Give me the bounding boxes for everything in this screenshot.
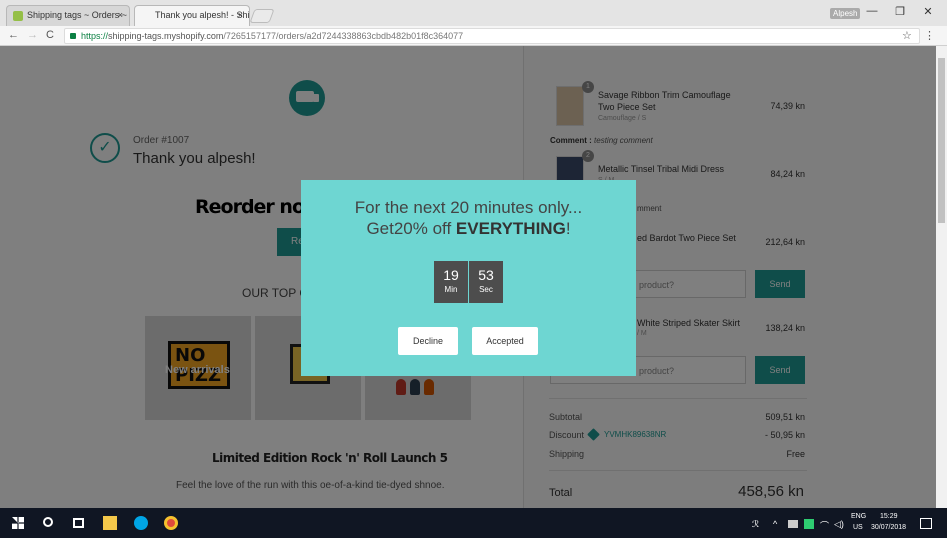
new-tab-button[interactable] xyxy=(249,9,275,23)
popup-headline: For the next 20 minutes only... xyxy=(354,198,583,217)
tab-close-icon[interactable]: × xyxy=(118,10,123,20)
countdown-seconds: 53 Sec xyxy=(469,261,503,303)
discount-popup: For the next 20 minutes only... Get20% o… xyxy=(301,180,636,376)
popup-offer: Get20% off EVERYTHING! xyxy=(301,219,636,239)
tab-close-icon[interactable]: × xyxy=(238,10,243,20)
maximize-icon[interactable]: ❐ xyxy=(890,5,910,18)
lock-icon xyxy=(70,33,76,39)
url-input[interactable]: https://shipping-tags.myshopify.com/7265… xyxy=(64,28,920,44)
seconds-value: 53 xyxy=(478,267,494,283)
tab-title: Shipping tags ~ Orders ~ xyxy=(27,10,128,20)
shopify-favicon-icon xyxy=(13,11,23,21)
tab-thank-you[interactable]: Thank you alpesh! - Ship × xyxy=(134,5,250,26)
search-icon[interactable] xyxy=(43,517,53,527)
offer-prefix: Get20% off xyxy=(366,219,456,238)
tab-title: Thank you alpesh! - Ship xyxy=(155,10,250,20)
url-scheme: https:// xyxy=(81,31,109,41)
browser-tab-bar: Shipping tags ~ Orders ~ × Thank you alp… xyxy=(0,0,947,26)
task-view-icon[interactable] xyxy=(73,518,84,528)
browser-menu-icon[interactable]: ⋮ xyxy=(924,29,935,42)
people-icon[interactable]: ℛ xyxy=(752,519,759,530)
accept-button[interactable]: Accepted xyxy=(472,327,538,355)
url-path: /7265157177/orders/a2d7244338863cbdb482b… xyxy=(223,31,464,41)
offer-suffix: ! xyxy=(565,219,571,238)
network-icon[interactable]: ⌒ xyxy=(820,519,829,532)
countdown-minutes: 19 Min xyxy=(434,261,468,303)
windows-taskbar: ℛ ^ ⌒ ◁) ENG US 15:29 30/07/2018 xyxy=(0,508,947,538)
decline-button[interactable]: Decline xyxy=(398,327,458,355)
clock-time[interactable]: 15:29 xyxy=(880,513,898,520)
minutes-unit: Min xyxy=(444,285,458,294)
reload-icon[interactable]: C xyxy=(46,29,54,41)
chrome-icon[interactable] xyxy=(164,516,178,530)
offer-emphasis: EVERYTHING xyxy=(455,219,566,238)
forward-icon[interactable]: → xyxy=(27,29,38,41)
clock-date[interactable]: 30/07/2018 xyxy=(871,524,906,531)
url-host: shipping-tags.myshopify.com xyxy=(108,31,224,41)
notifications-icon[interactable] xyxy=(920,518,932,529)
scrollbar-thumb[interactable] xyxy=(938,58,945,223)
language-bottom[interactable]: US xyxy=(853,524,863,531)
tray-expand-icon[interactable]: ^ xyxy=(773,519,777,529)
language-top[interactable]: ENG xyxy=(851,513,866,520)
profile-button[interactable]: Alpesh xyxy=(830,8,861,19)
tab-shipping-tags-orders[interactable]: Shipping tags ~ Orders ~ × xyxy=(6,5,130,26)
file-explorer-icon[interactable] xyxy=(103,516,117,530)
close-window-icon[interactable]: ✕ xyxy=(918,5,938,18)
windows-start-icon[interactable] xyxy=(12,517,24,529)
volume-icon[interactable]: ◁) xyxy=(834,519,844,530)
back-icon[interactable]: ← xyxy=(8,29,19,41)
battery-icon[interactable] xyxy=(788,520,798,528)
address-bar: ← → C https://shipping-tags.myshopify.co… xyxy=(0,26,947,46)
tray-app-icon[interactable] xyxy=(804,519,814,529)
seconds-unit: Sec xyxy=(479,285,493,294)
bookmark-star-icon[interactable]: ☆ xyxy=(902,29,912,42)
minimize-icon[interactable]: — xyxy=(862,5,882,17)
minutes-value: 19 xyxy=(443,267,459,283)
skype-icon[interactable] xyxy=(134,516,148,530)
